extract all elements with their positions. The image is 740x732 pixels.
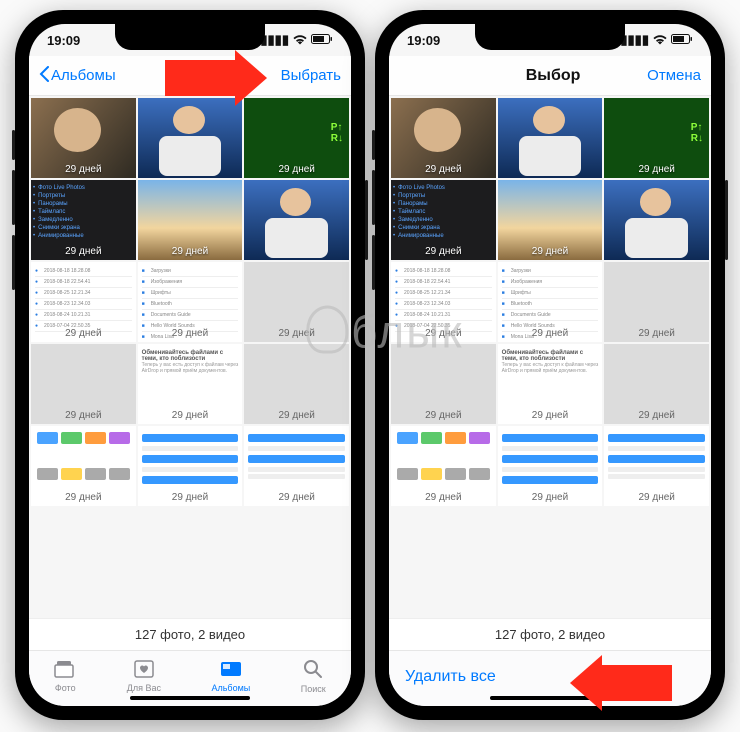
photo-thumbnail[interactable]: ■Загрузки ■Изображения ■Шрифты ■Bluetoot… [138, 262, 243, 342]
photo-grid[interactable]: 29 дней 29 дней 29 дней Фото Live Photos… [29, 96, 351, 618]
photo-thumbnail[interactable]: 29 дней [391, 344, 496, 424]
delete-all-button[interactable]: Удалить все [405, 668, 496, 686]
tab-search[interactable]: Поиск [301, 659, 326, 694]
photo-thumbnail[interactable]: Обменивайтесь файлами с теми, кто поблиз… [498, 344, 603, 424]
select-label: Выбрать [281, 67, 341, 84]
nav-title: Н [192, 67, 204, 85]
summary-text: 127 фото, 2 видео [29, 618, 351, 650]
notch [475, 24, 625, 50]
search-icon [303, 659, 323, 682]
photo-thumbnail[interactable]: 29 дней [244, 98, 349, 178]
wifi-icon [293, 33, 307, 48]
photo-thumbnail[interactable]: ●2018-08-18 18.28.08 ●2018-08-18 22.54.4… [391, 262, 496, 342]
photo-thumbnail[interactable]: ■Загрузки ■Изображения ■Шрифты ■Bluetoot… [498, 262, 603, 342]
status-right: ▮▮▮▮ [260, 32, 333, 48]
cancel-label: Отмена [647, 67, 701, 84]
photo-thumbnail[interactable]: 29 дней [498, 98, 603, 178]
back-button[interactable]: Альбомы [39, 66, 116, 86]
photo-thumbnail[interactable]: 29 дней [31, 426, 136, 506]
photo-thumbnail[interactable]: 29 дней [604, 180, 709, 260]
battery-icon [671, 33, 693, 48]
wifi-icon [653, 33, 667, 48]
photo-thumbnail[interactable]: 29 дней [244, 180, 349, 260]
photo-thumbnail[interactable]: 29 дней [138, 180, 243, 260]
tab-photos[interactable]: Фото [54, 660, 76, 693]
photo-thumbnail[interactable]: 29 дней [498, 180, 603, 260]
status-time: 19:09 [407, 33, 440, 48]
photo-thumbnail[interactable]: Фото Live PhotosПортреты ПанорамыТаймлап… [391, 180, 496, 260]
tab-albums[interactable]: Альбомы [211, 660, 250, 693]
photo-thumbnail[interactable]: 29 дней [604, 262, 709, 342]
photo-thumbnail[interactable]: 29 дней [604, 344, 709, 424]
status-time: 19:09 [47, 33, 80, 48]
nav-bar: Выбор Отмена [389, 56, 711, 96]
photo-thumbnail[interactable]: 29 дней [138, 98, 243, 178]
photo-thumbnail[interactable]: Фото Live PhotosПортреты ПанорамыТаймлап… [31, 180, 136, 260]
photo-thumbnail[interactable]: 29 дней [391, 98, 496, 178]
photo-thumbnail[interactable]: ●2018-08-18 18.28.08 ●2018-08-18 22.54.4… [31, 262, 136, 342]
photo-thumbnail[interactable]: 29 дней [391, 426, 496, 506]
photo-thumbnail[interactable]: 29 дней [244, 344, 349, 424]
photo-thumbnail[interactable]: Обменивайтесь файлами с теми, кто поблиз… [138, 344, 243, 424]
photo-thumbnail[interactable]: 29 дней [244, 262, 349, 342]
battery-icon [311, 33, 333, 48]
photo-thumbnail[interactable]: 29 дней [31, 98, 136, 178]
nav-title: Выбор [526, 67, 581, 85]
home-indicator [490, 696, 610, 700]
select-button[interactable]: Выбрать [281, 67, 341, 84]
iphone-right: 19:09 ▮▮▮▮ Выбор Отмена [375, 10, 725, 720]
photo-thumbnail[interactable]: 29 дней [244, 426, 349, 506]
photo-thumbnail[interactable]: 29 дней [31, 344, 136, 424]
nav-bar: Альбомы Н Выбрать [29, 56, 351, 96]
screen-right: 19:09 ▮▮▮▮ Выбор Отмена [389, 24, 711, 706]
photo-grid[interactable]: 29 дней 29 дней 29 дней Фото Live Photos… [389, 96, 711, 618]
status-right: ▮▮▮▮ [620, 32, 693, 48]
notch [115, 24, 265, 50]
iphone-left: 19:09 ▮▮▮▮ Альбомы [15, 10, 365, 720]
heart-square-icon [134, 660, 154, 681]
tab-for-you[interactable]: Для Вас [127, 660, 161, 693]
albums-icon [220, 660, 242, 681]
photo-thumbnail[interactable]: 29 дней [604, 426, 709, 506]
photo-stack-icon [54, 660, 76, 681]
home-indicator [130, 696, 250, 700]
photo-thumbnail[interactable]: 29 дней [138, 426, 243, 506]
summary-text: 127 фото, 2 видео [389, 618, 711, 650]
cancel-button[interactable]: Отмена [647, 67, 701, 84]
photo-thumbnail[interactable]: 29 дней [498, 426, 603, 506]
chevron-left-icon [39, 66, 49, 86]
photo-thumbnail[interactable]: 29 дней [604, 98, 709, 178]
back-label: Альбомы [51, 67, 116, 84]
screen-left: 19:09 ▮▮▮▮ Альбомы [29, 24, 351, 706]
